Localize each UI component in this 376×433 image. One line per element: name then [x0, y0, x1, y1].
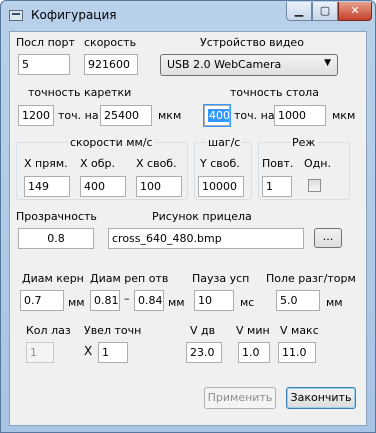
y-free-input[interactable]: 10000 — [198, 176, 244, 197]
laser-count-input: 1 — [26, 342, 54, 363]
finish-button[interactable]: Закончить — [286, 387, 356, 409]
x-free-label: X своб. — [136, 157, 177, 170]
carriage-microns-unit: мкм — [158, 109, 182, 122]
core-diam-label: Диам керн — [22, 272, 84, 285]
pause-label: Пауза усп — [192, 272, 250, 285]
zoom-prefix: X — [84, 344, 93, 358]
mode-group-label: Реж — [290, 136, 318, 149]
video-device-label: Устройство видео — [200, 36, 304, 49]
field-label: Поле разг/торм — [266, 272, 356, 285]
field-input[interactable]: 5.0 — [276, 290, 320, 311]
table-points-value: 400 — [208, 109, 230, 122]
window-title: Кофигурация — [31, 8, 117, 22]
y-free-label: Y своб. — [200, 157, 240, 170]
maximize-button[interactable]: ▢ — [312, 2, 338, 21]
minimize-button[interactable]: ▁ — [286, 2, 312, 21]
laser-count-label: Кол лаз — [26, 324, 71, 337]
close-button[interactable]: ✕ — [338, 2, 372, 21]
table-points-unit: точ. на — [234, 109, 275, 122]
speeds-group-label: скорости мм/с — [68, 136, 155, 149]
hole-diam-min-input[interactable]: 0.81 — [90, 290, 120, 311]
v-max-label: V макс — [280, 324, 319, 337]
v-max-input[interactable]: 11.0 — [278, 342, 316, 363]
crosshair-label: Рисунок прицела — [152, 210, 252, 223]
v-min-input[interactable]: 1.0 — [238, 342, 270, 363]
port-input[interactable]: 5 — [18, 54, 70, 75]
transparency-label: Прозрачность — [16, 210, 97, 223]
hole-diam-max-input[interactable]: 0.84 — [134, 290, 164, 311]
single-label: Одн. — [304, 157, 331, 170]
table-precision-label: точность стола — [230, 86, 319, 99]
carriage-precision-label: точность каретки — [28, 86, 132, 99]
core-diam-input[interactable]: 0.7 — [20, 290, 64, 311]
v-dv-label: V дв — [190, 324, 216, 337]
hole-diam-unit: мм — [168, 296, 185, 309]
pause-unit: мс — [240, 296, 255, 309]
pause-input[interactable]: 10 — [194, 290, 234, 311]
repeat-input[interactable]: 1 — [262, 176, 292, 197]
transparency-input[interactable]: 0.8 — [18, 228, 94, 249]
x-reverse-input[interactable]: 400 — [80, 176, 126, 197]
core-diam-unit: мм — [68, 296, 85, 309]
browse-button[interactable]: ... — [314, 228, 342, 248]
table-microns-unit: мкм — [332, 109, 356, 122]
video-device-value: USB 2.0 WebCamera — [167, 58, 282, 71]
v-min-label: V мин — [236, 324, 270, 337]
repeat-label: Повт. — [262, 157, 294, 170]
config-window: Кофигурация ▁ ▢ ✕ Посл порт 5 скорость 9… — [0, 0, 376, 433]
speed-label: скорость — [84, 36, 137, 49]
carriage-points-input[interactable]: 1200 — [18, 105, 54, 126]
x-reverse-label: X обр. — [80, 157, 116, 170]
step-group-label: шаг/с — [206, 136, 243, 149]
carriage-microns-input[interactable]: 25400 — [100, 105, 152, 126]
x-forward-input[interactable]: 149 — [24, 176, 70, 197]
port-label: Посл порт — [16, 36, 75, 49]
hole-diam-dash: – — [124, 292, 130, 305]
x-forward-label: X прям. — [24, 157, 68, 170]
title-bar[interactable]: Кофигурация ▁ ▢ ✕ — [1, 1, 375, 31]
v-dv-input[interactable]: 23.0 — [186, 342, 222, 363]
zoom-label: Увел точн — [84, 324, 142, 337]
apply-button[interactable]: Применить — [204, 387, 276, 409]
video-device-select[interactable]: USB 2.0 WebCamera ▼ — [160, 54, 338, 76]
table-points-input[interactable]: 400 — [203, 104, 231, 127]
chevron-down-icon: ▼ — [324, 58, 331, 68]
app-window-icon — [9, 10, 23, 21]
crosshair-file-input[interactable]: cross_640_480.bmp — [108, 228, 304, 249]
single-checkbox[interactable] — [308, 179, 321, 192]
table-microns-input[interactable]: 1000 — [274, 105, 326, 126]
hole-diam-label: Диам реп отв — [90, 272, 169, 285]
zoom-input[interactable]: 1 — [98, 342, 128, 363]
speed-input[interactable]: 921600 — [84, 54, 138, 75]
field-unit: мм — [326, 296, 343, 309]
x-free-input[interactable]: 100 — [136, 176, 182, 197]
dialog-client-area: Посл порт 5 скорость 921600 Устройство в… — [9, 31, 367, 426]
carriage-points-unit: точ. на — [58, 109, 99, 122]
